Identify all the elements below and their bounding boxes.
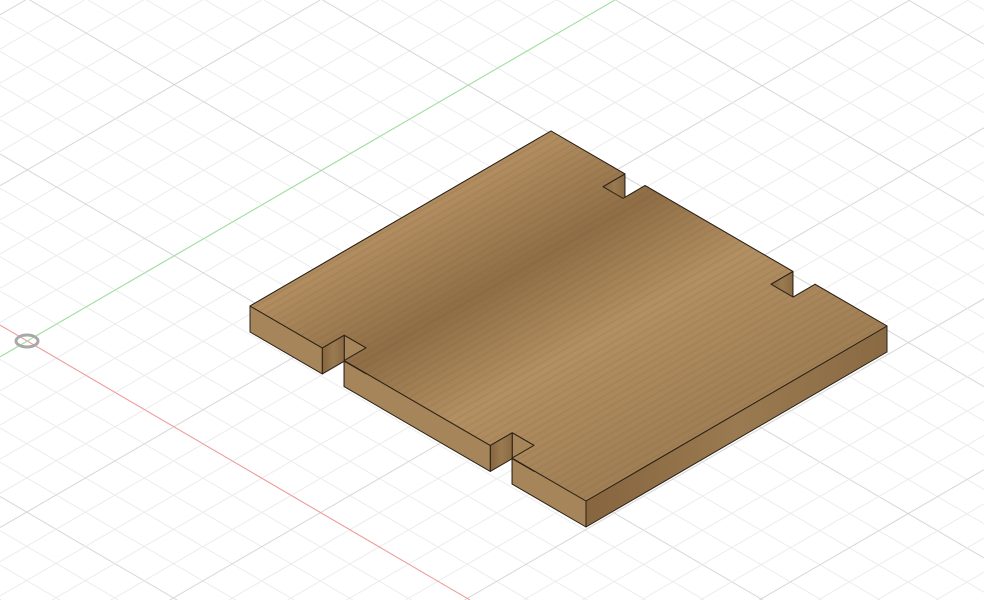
grid-line <box>0 530 119 600</box>
grid-line <box>0 0 203 118</box>
grid-line <box>849 0 984 79</box>
grid-line <box>0 0 439 255</box>
grid-line <box>790 0 984 114</box>
grid-line <box>0 461 236 600</box>
grid-line <box>700 435 984 600</box>
grid-line <box>908 0 984 45</box>
grid-line <box>966 0 984 11</box>
grid-line <box>0 0 321 187</box>
grid-line <box>0 564 61 600</box>
grid-line <box>0 0 26 16</box>
grid-line <box>0 0 262 152</box>
grid-line <box>0 427 295 600</box>
grid-line <box>935 571 984 600</box>
grid-line <box>615 0 984 216</box>
grid-line <box>876 537 984 600</box>
grid-line <box>673 0 984 182</box>
grid-line <box>758 469 984 600</box>
grid-line <box>0 0 144 84</box>
cad-viewport[interactable] <box>0 0 984 600</box>
